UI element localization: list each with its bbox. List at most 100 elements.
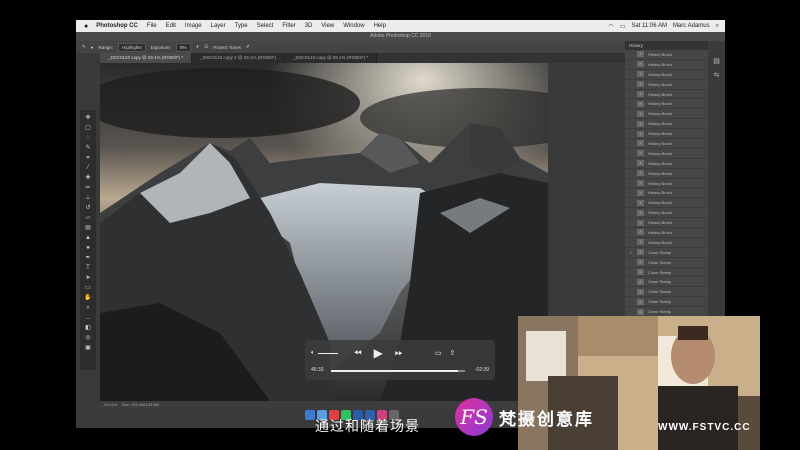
wifi-icon[interactable]: ◠	[608, 23, 613, 30]
history-item[interactable]: ▪ History Brush	[625, 159, 708, 169]
battery-icon[interactable]: ▭	[620, 23, 626, 30]
menubar-user[interactable]: Marc Adamus	[673, 23, 710, 29]
protect-tones-checkbox[interactable]: ☑	[204, 44, 208, 50]
menu-filter[interactable]: Filter	[282, 23, 295, 29]
volume-icon[interactable]: 🔈︎	[311, 350, 315, 357]
history-item[interactable]: ✓ ⊥ Clone Stamp	[625, 248, 708, 258]
color-swatches-icon[interactable]: ◧	[84, 324, 93, 333]
menu-file[interactable]: File	[147, 23, 157, 29]
history-item[interactable]: ▪ History Brush	[625, 80, 708, 90]
app-menu[interactable]: Photoshop CC	[96, 23, 138, 29]
history-item-label: History Brush	[648, 140, 673, 146]
history-item[interactable]: ▪ History Brush	[625, 99, 708, 110]
history-brush-icon[interactable]: ↺	[84, 204, 93, 213]
history-item[interactable]: ▪ History Brush	[625, 60, 708, 70]
brush-tool-icon[interactable]: ✏	[84, 184, 93, 193]
menu-select[interactable]: Select	[257, 23, 274, 29]
menu-layer[interactable]: Layer	[211, 23, 226, 29]
history-item[interactable]: ▪ History Brush	[625, 109, 708, 120]
adjustments-icon[interactable]: ⇆	[708, 71, 725, 79]
marquee-tool-icon[interactable]: ▢	[84, 124, 93, 133]
history-panel-icon[interactable]: ▤	[708, 57, 725, 65]
dodge-tool-icon[interactable]: ✎	[82, 44, 86, 50]
history-item[interactable]: ⊥ Clone Stamp	[625, 297, 708, 308]
menu-image[interactable]: Image	[185, 23, 202, 29]
history-item[interactable]: ▪ History Brush	[625, 238, 708, 248]
dodge-tool-icon[interactable]: ●	[84, 244, 93, 253]
history-item[interactable]: ⊥ Clone Stamp	[625, 268, 708, 278]
history-item[interactable]: ▪ History Brush	[625, 149, 708, 159]
apple-icon[interactable]: ●	[84, 23, 88, 30]
history-item[interactable]: ⊥ Clone Stamp	[625, 258, 708, 268]
pen-tool-icon[interactable]: ✒	[84, 254, 93, 263]
menubar-clock[interactable]: Sat 11:06 AM	[631, 23, 667, 29]
history-item-label: History Brush	[648, 91, 673, 97]
menu-type[interactable]: Type	[235, 23, 248, 29]
share-icon[interactable]: ⇪	[449, 349, 455, 357]
quick-select-icon[interactable]: ✎	[84, 144, 93, 153]
history-item-label: Clone Stamp	[648, 269, 672, 275]
history-item[interactable]: ▪ History Brush	[625, 208, 708, 219]
gradient-icon[interactable]: ▤	[84, 224, 93, 233]
brush-preset-icon[interactable]: ●	[91, 45, 94, 50]
tab-doc-2[interactable]: _DSC0123 copy 2 @ 29.1% (RGB/8*)	[192, 53, 285, 63]
zoom-tool-icon[interactable]: ⌕	[84, 304, 93, 313]
scrub-bar[interactable]	[331, 370, 465, 372]
history-item[interactable]: ▪ History Brush	[625, 90, 708, 100]
menu-edit[interactable]: Edit	[166, 23, 176, 29]
pressure-icon[interactable]: ✐	[246, 44, 250, 50]
exposure-input[interactable]: 8%	[176, 42, 191, 52]
history-item[interactable]: ▪ History Brush	[625, 228, 708, 238]
history-item[interactable]: ▪ History Brush	[625, 218, 708, 229]
healing-brush-icon[interactable]: ✚	[84, 174, 93, 183]
remaining-time: -02:39	[474, 367, 489, 373]
blur-tool-icon[interactable]: ▲	[84, 234, 93, 243]
tab-doc-3[interactable]: _DSC0123 copy @ 29.1% (RGB/8*) *	[284, 53, 378, 63]
shape-tool-icon[interactable]: ▭	[84, 284, 93, 293]
airplay-icon[interactable]: ▭	[435, 349, 442, 357]
history-item[interactable]: ▪ History Brush	[625, 119, 708, 130]
history-item[interactable]: ⊥ Clone Stamp	[625, 287, 708, 298]
history-item-label: History Brush	[648, 210, 673, 216]
play-icon[interactable]: ▶︎	[374, 346, 383, 360]
history-item[interactable]: ▪ History Brush	[625, 70, 708, 80]
history-panel-title[interactable]: History	[625, 41, 708, 50]
history-source-checkbox[interactable]: ✓	[625, 250, 637, 255]
fast-forward-icon[interactable]: ⏩︎	[395, 348, 403, 359]
quick-mask-icon[interactable]: ◎	[84, 334, 93, 343]
clone-stamp-icon[interactable]: ⊥	[84, 194, 93, 203]
history-item[interactable]: ▪ History Brush	[625, 50, 708, 60]
eraser-icon[interactable]: ▱	[84, 214, 93, 223]
history-item[interactable]: ⊥ Clone Stamp	[625, 277, 708, 288]
menu-3d[interactable]: 3D	[305, 23, 313, 29]
history-item[interactable]: ▪ History Brush	[625, 129, 708, 140]
menu-window[interactable]: Window	[343, 23, 364, 29]
range-select[interactable]: Highlights	[118, 42, 146, 52]
history-item[interactable]: ▪ History Brush	[625, 139, 708, 149]
screen-mode-icon[interactable]: ▣	[84, 344, 93, 353]
rewind-icon[interactable]: ⏪︎	[354, 348, 362, 359]
eyedropper-icon[interactable]: ⁄	[84, 164, 93, 173]
airbrush-icon[interactable]: ✈	[196, 44, 200, 50]
history-item[interactable]: ▪ History Brush	[625, 179, 708, 189]
menu-view[interactable]: View	[321, 23, 334, 29]
hand-tool-icon[interactable]: ✋	[84, 294, 93, 303]
history-item[interactable]: ▪ History Brush	[625, 169, 708, 179]
move-tool-icon[interactable]: ✥	[84, 114, 93, 123]
path-select-icon[interactable]: ➤	[84, 274, 93, 283]
history-brush-icon: ▪	[637, 110, 644, 117]
history-item[interactable]: ▪ History Brush	[625, 198, 708, 209]
finder-icon[interactable]	[305, 410, 315, 420]
more-tools-icon[interactable]: …	[84, 314, 93, 323]
volume-slider[interactable]	[317, 352, 338, 354]
zoom-readout[interactable]: 29.11%	[104, 402, 117, 407]
history-item-label: History Brush	[648, 180, 673, 186]
history-item[interactable]: ▪ History Brush	[625, 188, 708, 199]
type-tool-icon[interactable]: T	[84, 264, 93, 273]
lasso-tool-icon[interactable]: ◌	[84, 134, 93, 143]
tab-doc-1[interactable]: _DSC0123 copy @ 29.1% (RGB/8*) *	[100, 53, 193, 63]
crop-tool-icon[interactable]: ⌗	[84, 154, 93, 163]
history-brush-icon: ▪	[637, 51, 644, 58]
spotlight-icon[interactable]: ⌕	[716, 23, 719, 30]
menu-help[interactable]: Help	[374, 23, 386, 29]
